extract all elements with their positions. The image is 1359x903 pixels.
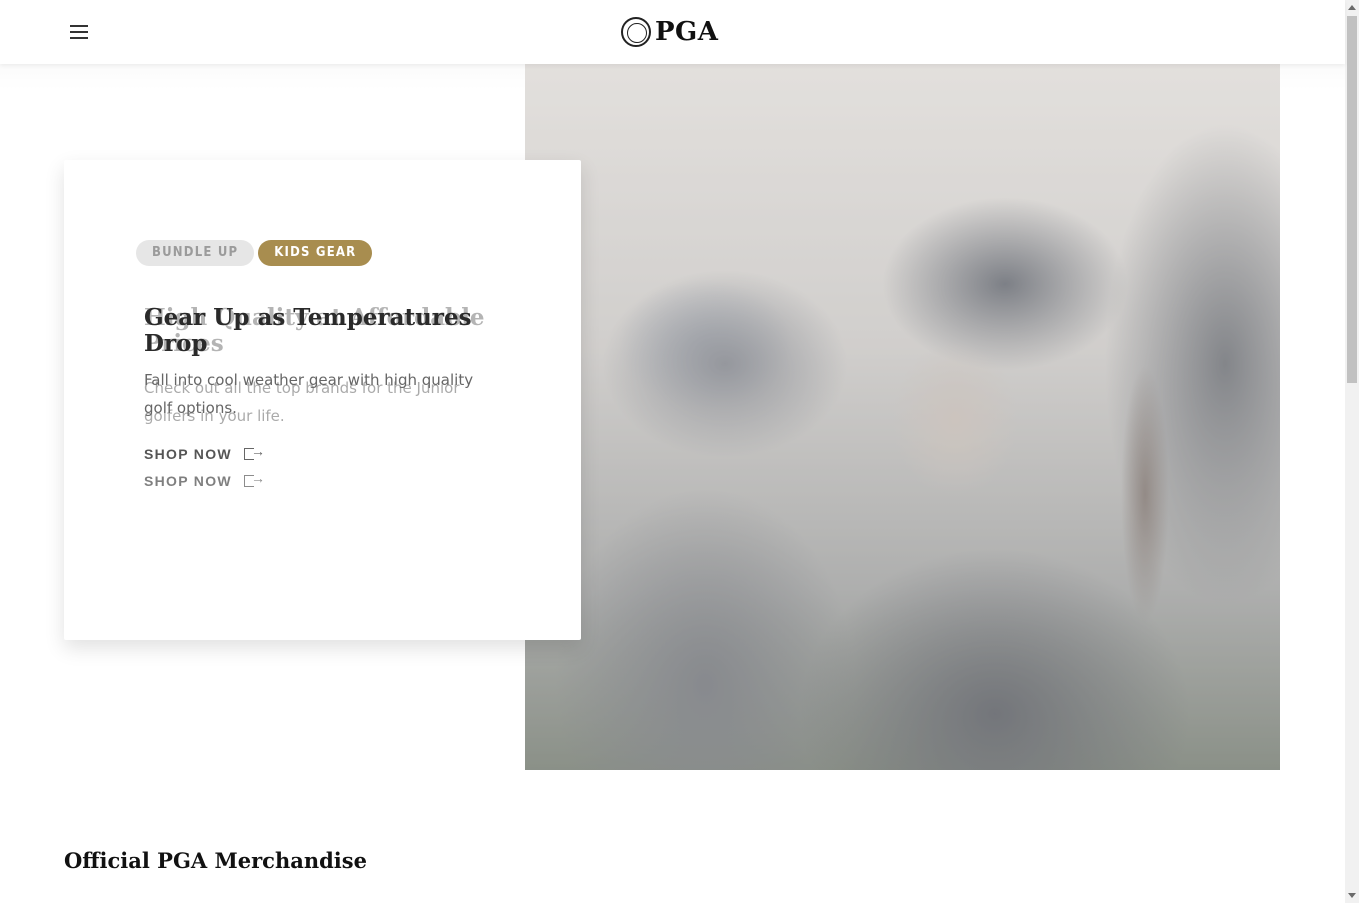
pga-logo[interactable]: PGA [621, 16, 718, 48]
section-title: Official PGA Merchandise [64, 848, 367, 873]
hero-image [525, 64, 1280, 770]
hero-slide-bundle-up: Gear Up as Temperatures Drop Fall into c… [144, 305, 504, 422]
shop-now-label: SHOP NOW [144, 446, 232, 462]
shop-now-link[interactable]: SHOP NOW [144, 470, 266, 489]
pga-seal-icon [621, 17, 651, 47]
shop-now-link[interactable]: SHOP NOW [144, 443, 266, 462]
slide-title: Gear Up as Temperatures Drop [144, 304, 472, 357]
hero-image-overlay [525, 64, 1280, 770]
shop-now-label: SHOP NOW [144, 473, 232, 489]
scroll-up-arrow-icon[interactable] [1348, 5, 1356, 10]
arrow-right-icon [243, 470, 266, 487]
scroll-thumb[interactable] [1347, 16, 1357, 383]
hero-content-card: BUNDLE UP KIDS GEAR High Quality at Affo… [64, 160, 581, 640]
hero-tab-list: BUNDLE UP KIDS GEAR [136, 240, 373, 266]
page-scrollbar[interactable] [1345, 0, 1359, 903]
logo-text: PGA [655, 17, 719, 47]
arrow-right-icon [243, 443, 266, 460]
scroll-down-arrow-icon[interactable] [1348, 893, 1356, 898]
site-header: PGA [0, 0, 1345, 64]
hamburger-menu-icon[interactable] [68, 22, 92, 42]
slide-description: Fall into cool weather gear with high qu… [144, 371, 474, 417]
tab-bundle-up[interactable]: BUNDLE UP [136, 240, 255, 266]
tab-kids-gear[interactable]: KIDS GEAR [258, 240, 373, 266]
